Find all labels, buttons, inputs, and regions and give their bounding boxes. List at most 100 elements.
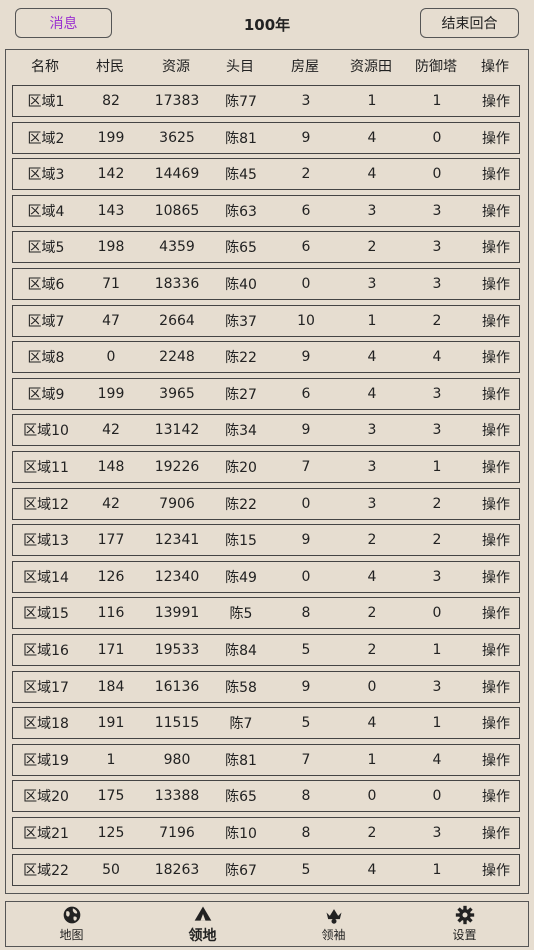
- row-action-button[interactable]: 操作: [471, 855, 521, 885]
- row-action-button[interactable]: 操作: [471, 342, 521, 372]
- row-action-button[interactable]: 操作: [471, 123, 521, 153]
- row-villagers: 50: [102, 861, 120, 878]
- row-action-button[interactable]: 操作: [471, 159, 521, 189]
- row-towers: 3: [432, 239, 442, 256]
- row-houses: 5: [301, 642, 311, 658]
- top-bar: 消息 100年 结束回合: [0, 0, 534, 46]
- row-leader: 陈40: [225, 277, 257, 293]
- row-resources: 3625: [159, 129, 195, 146]
- row-action-button[interactable]: 操作: [471, 269, 521, 299]
- row-towers: 1: [432, 642, 442, 658]
- header-houses: 房屋: [291, 59, 319, 75]
- table-row: 区域2 199 3625 陈81 9 4 0 操作: [12, 121, 521, 154]
- row-action-button[interactable]: 操作: [471, 306, 521, 336]
- row-action-button[interactable]: 操作: [471, 525, 521, 555]
- row-name: 区域20: [23, 789, 69, 806]
- table-row: 区域7 47 2664 陈37 10 1 2 操作: [12, 304, 521, 337]
- row-action-button[interactable]: 操作: [471, 672, 521, 702]
- header-leader: 头目: [226, 59, 254, 75]
- row-towers: 3: [432, 678, 442, 695]
- row-villagers: 171: [97, 642, 125, 658]
- row-leader: 陈34: [225, 423, 257, 440]
- header-name: 名称: [31, 59, 59, 75]
- row-resources: 16136: [154, 678, 200, 695]
- row-fields: 2: [367, 642, 377, 658]
- tent-icon: [194, 906, 211, 921]
- header-towers: 防御塔: [415, 59, 457, 75]
- row-name: 区域5: [27, 240, 65, 257]
- row-action-button[interactable]: 操作: [471, 232, 521, 262]
- row-action-button[interactable]: 操作: [471, 452, 521, 482]
- nav-leader[interactable]: 领袖: [268, 902, 399, 946]
- row-action-button[interactable]: 操作: [471, 598, 521, 628]
- row-houses: 6: [301, 239, 311, 256]
- row-resources: 14469: [154, 166, 200, 183]
- row-name: 区域9: [27, 386, 65, 403]
- row-action-button[interactable]: 操作: [471, 86, 521, 116]
- nav-territory-label: 领地: [188, 927, 217, 944]
- row-name: 区域11: [23, 460, 69, 476]
- row-action-button[interactable]: 操作: [471, 379, 521, 409]
- row-houses: 6: [301, 385, 311, 402]
- row-resources: 12340: [154, 568, 200, 585]
- row-leader: 陈20: [225, 460, 257, 476]
- row-villagers: 177: [97, 532, 125, 549]
- row-resources: 19226: [154, 459, 200, 475]
- nav-map-label: 地图: [59, 928, 84, 942]
- territory-table: 名称 村民 资源 头目 房屋 资源田 防御塔 操作 区域1 82 17383 陈77 3…: [5, 49, 529, 894]
- row-name: 区域16: [23, 643, 69, 659]
- row-fields: 3: [367, 459, 377, 475]
- row-houses: 0: [301, 276, 311, 292]
- table-row: 区域11 148 19226 陈20 7 3 1 操作: [12, 451, 520, 483]
- nav-map[interactable]: 地图: [6, 902, 137, 946]
- row-villagers: 199: [97, 129, 125, 146]
- row-fields: 2: [367, 825, 377, 841]
- nav-territory[interactable]: 领地: [137, 902, 268, 946]
- row-leader: 陈10: [225, 826, 257, 842]
- row-leader: 陈5: [229, 606, 253, 623]
- row-name: 区域15: [23, 606, 69, 623]
- row-resources: 980: [163, 751, 191, 768]
- nav-settings[interactable]: 设置: [399, 902, 530, 946]
- row-action-button[interactable]: 操作: [471, 635, 521, 665]
- gear-icon: [455, 905, 474, 925]
- row-houses: 10: [297, 312, 315, 329]
- row-leader: 陈77: [225, 94, 257, 110]
- row-action-button[interactable]: 操作: [471, 818, 521, 848]
- row-villagers: 1: [106, 751, 116, 768]
- row-resources: 13142: [154, 422, 200, 439]
- row-fields: 4: [367, 385, 377, 402]
- crown-icon: [326, 909, 341, 924]
- row-action-button[interactable]: 操作: [471, 415, 521, 445]
- row-action-button[interactable]: 操作: [471, 196, 521, 226]
- row-leader: 陈7: [229, 716, 253, 733]
- row-houses: 9: [301, 129, 311, 146]
- row-action-button[interactable]: 操作: [471, 781, 521, 811]
- row-towers: 3: [432, 202, 442, 219]
- end-turn-button[interactable]: 结束回合: [420, 8, 519, 38]
- row-houses: 7: [301, 751, 311, 768]
- header-action: 操作: [481, 59, 509, 75]
- row-houses: 7: [301, 459, 311, 475]
- row-action-button[interactable]: 操作: [471, 708, 521, 738]
- table-row: 区域3 142 14469 陈45 2 4 0 操作: [12, 158, 521, 191]
- row-houses: 9: [301, 349, 311, 366]
- row-name: 区域13: [23, 533, 69, 550]
- row-action-button[interactable]: 操作: [471, 745, 521, 775]
- row-houses: 8: [301, 788, 311, 805]
- header-villagers: 村民: [96, 59, 124, 75]
- row-name: 区域18: [23, 716, 69, 733]
- row-houses: 5: [301, 715, 311, 732]
- row-leader: 陈81: [225, 130, 257, 147]
- row-fields: 3: [367, 495, 377, 512]
- row-towers: 0: [432, 788, 442, 805]
- row-name: 区域3: [27, 167, 65, 184]
- row-action-button[interactable]: 操作: [471, 489, 521, 519]
- row-fields: 3: [367, 276, 377, 292]
- row-towers: 1: [432, 459, 442, 475]
- row-towers: 3: [432, 385, 442, 402]
- row-villagers: 184: [97, 678, 125, 695]
- row-name: 区域8: [27, 350, 65, 367]
- row-action-button[interactable]: 操作: [471, 562, 521, 592]
- table-row: 区域19 1 980 陈81 7 1 4 操作: [12, 743, 521, 776]
